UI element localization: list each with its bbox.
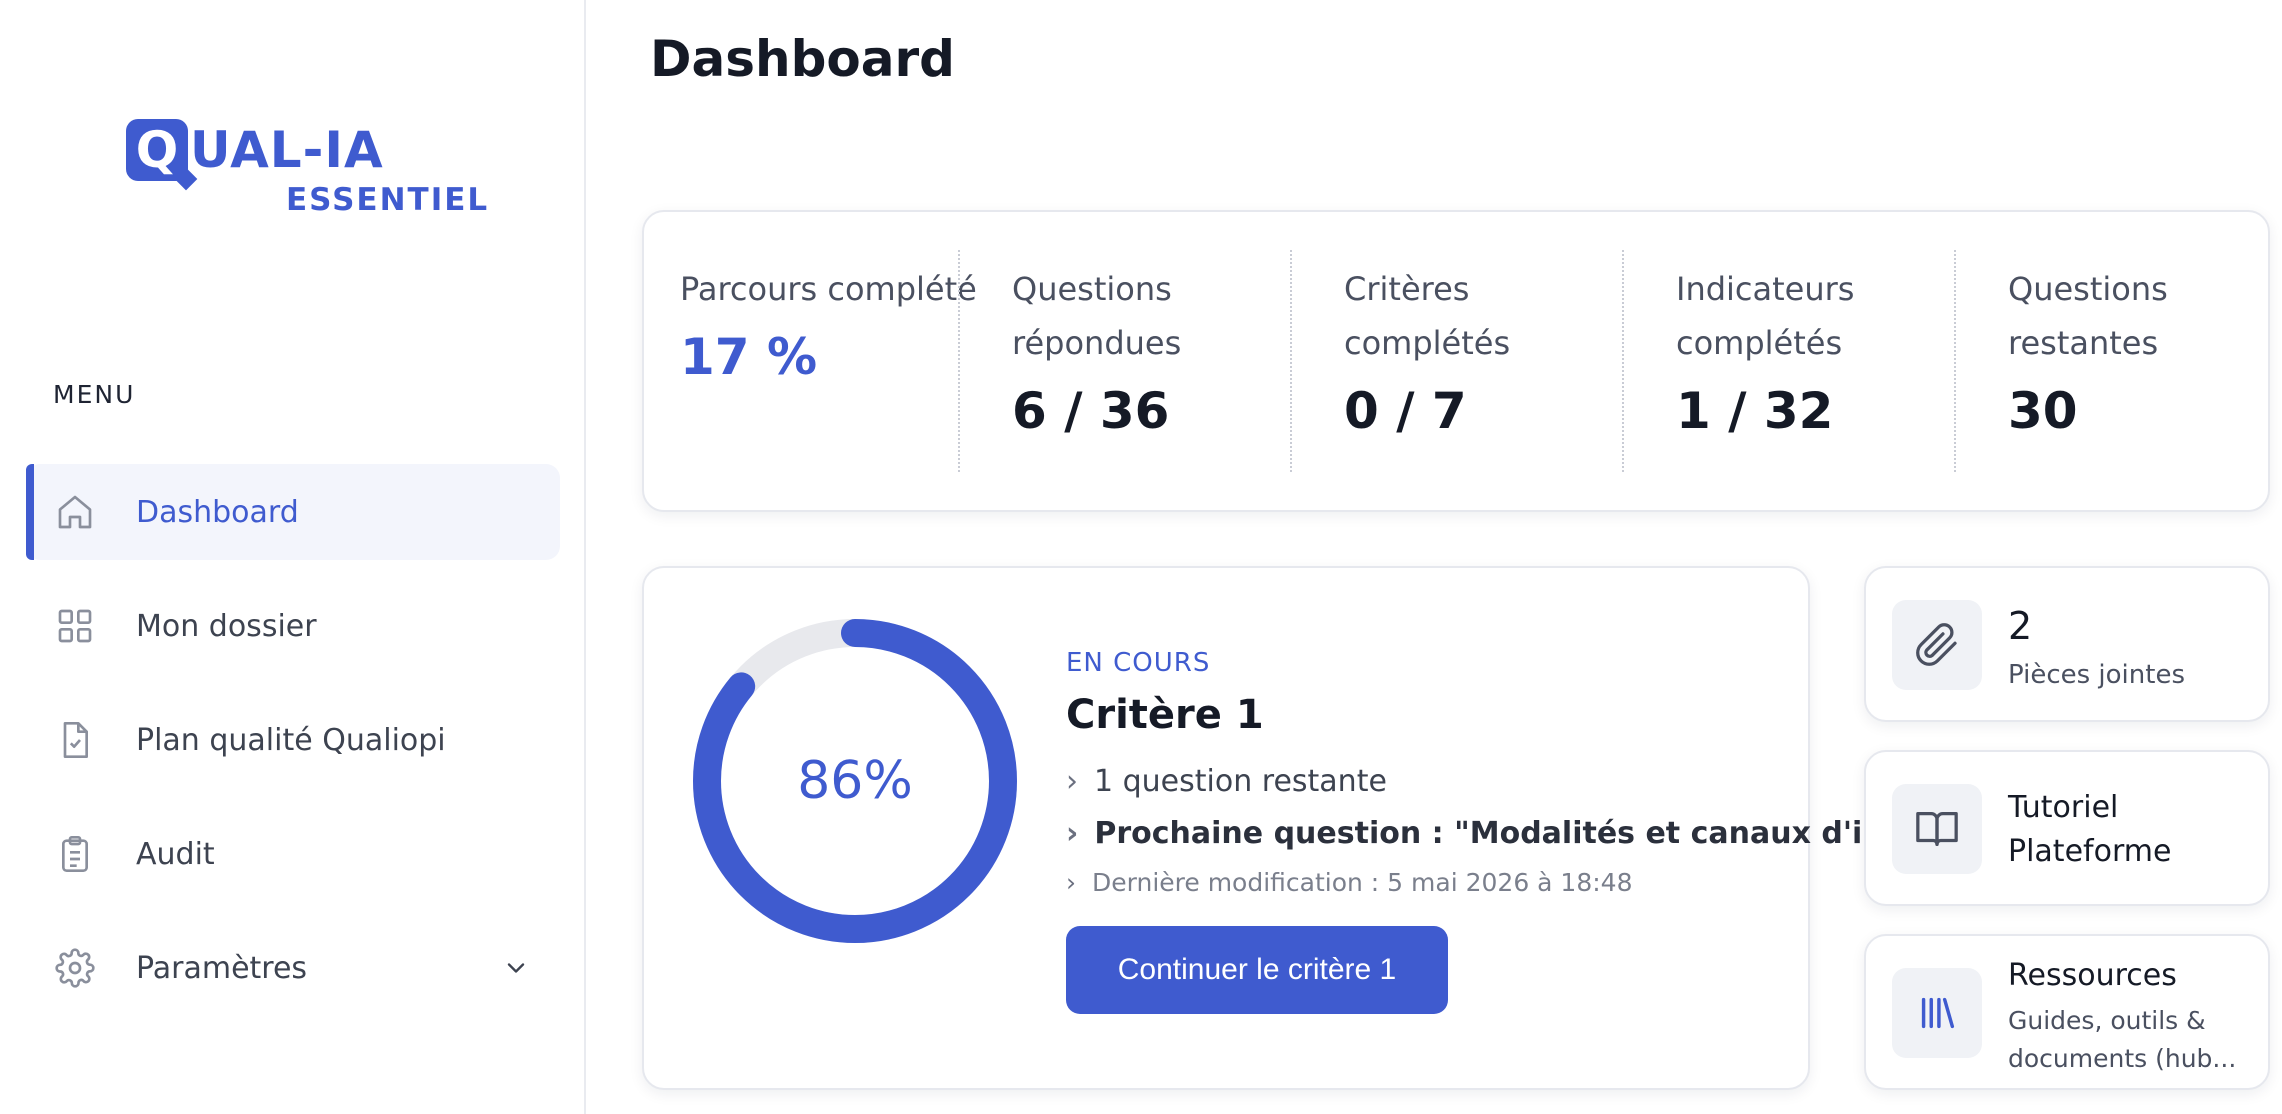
continue-criterion-button[interactable]: Continuer le critère 1: [1066, 926, 1448, 1014]
chevron-down-icon[interactable]: [502, 954, 530, 986]
stat-label: Questions restantes: [2008, 270, 2168, 362]
logo-q-mark: Q: [126, 119, 188, 181]
chevron-right-icon: ›: [1066, 816, 1079, 851]
resources-card[interactable]: Ressources Guides, outils & documents (h…: [1864, 934, 2270, 1090]
sidebar: Q UAL-IA ESSENTIEL MENU Dashboard Mon do…: [0, 0, 586, 1114]
stat-parcours-complete: Parcours complété 17 %: [680, 262, 980, 386]
stat-label: Parcours complété: [680, 270, 977, 308]
criterion-title: Critère 1: [1066, 692, 1264, 738]
sidebar-nav: Dashboard Mon dossier Plan qualité Quali…: [26, 464, 560, 1034]
stat-label: Questions répondues: [1012, 270, 1182, 362]
stat-value: 30: [2008, 382, 2078, 440]
stat-divider: [1290, 250, 1292, 472]
status-badge: EN COURS: [1066, 648, 1211, 678]
sidebar-item-parametres[interactable]: Paramètres: [26, 920, 560, 1016]
stat-value: 0 / 7: [1344, 382, 1467, 440]
remaining-questions-line: › 1 question restante: [1066, 764, 1387, 799]
document-check-icon: [54, 719, 96, 761]
stat-questions-repondues: Questions répondues 6 / 36: [1012, 262, 1312, 440]
logo-wordmark: UAL-IA: [190, 121, 384, 179]
paperclip-icon: [1892, 600, 1982, 690]
last-modified-text: Dernière modification : 5 mai 2026 à 18:…: [1092, 868, 1633, 897]
gear-icon: [54, 947, 96, 989]
sidebar-item-plan-qualite[interactable]: Plan qualité Qualiopi: [26, 692, 560, 788]
sidebar-item-dashboard[interactable]: Dashboard: [26, 464, 560, 560]
logo-subtitle: ESSENTIEL: [286, 182, 490, 218]
attachments-count: 2: [2008, 604, 2033, 648]
stats-card: Parcours complété 17 % Questions répondu…: [642, 210, 2270, 512]
stat-value: 6 / 36: [1012, 382, 1170, 440]
stat-value: 17 %: [680, 328, 818, 386]
stat-label: Critères complétés: [1344, 270, 1511, 362]
stat-questions-restantes: Questions restantes 30: [2008, 262, 2282, 440]
sidebar-item-mon-dossier[interactable]: Mon dossier: [26, 578, 560, 674]
resources-description: Guides, outils & documents (hub...: [2008, 1006, 2237, 1073]
sidebar-item-label: Plan qualité Qualiopi: [136, 722, 446, 758]
chevron-right-icon: ›: [1066, 868, 1076, 897]
stat-criteres-completes: Critères complétés 0 / 7: [1344, 262, 1644, 440]
book-icon: [1892, 784, 1982, 874]
sidebar-item-label: Dashboard: [136, 494, 299, 530]
attachments-label: Pièces jointes: [2008, 660, 2185, 690]
home-icon: [54, 491, 96, 533]
sidebar-item-label: Paramètres: [136, 950, 308, 986]
app: Q UAL-IA ESSENTIEL MENU Dashboard Mon do…: [0, 0, 2282, 1114]
progress-percent: 86%: [797, 751, 913, 811]
criterion-progress-card: 86% EN COURS Critère 1 › 1 question rest…: [642, 566, 1936, 1090]
stat-divider: [1622, 250, 1624, 472]
sidebar-item-audit[interactable]: Audit: [26, 806, 560, 902]
page-title: Dashboard: [650, 30, 955, 88]
stat-value: 1 / 32: [1676, 382, 1834, 440]
clipboard-icon: [54, 833, 96, 875]
stat-divider: [958, 250, 960, 472]
grid-icon: [54, 605, 96, 647]
attachments-card[interactable]: 2 Pièces jointes: [1864, 566, 2270, 722]
sidebar-item-label: Audit: [136, 836, 215, 872]
tutorial-card[interactable]: Tutoriel Plateforme: [1864, 750, 2270, 906]
next-question-line: › Prochaine question : "Modalités et can…: [1066, 816, 1936, 851]
chevron-right-icon: ›: [1066, 764, 1078, 799]
library-icon: [1892, 968, 1982, 1058]
stat-divider: [1954, 250, 1956, 472]
sidebar-item-label: Mon dossier: [136, 608, 317, 644]
menu-label: MENU: [53, 380, 136, 409]
stat-indicateurs-completes: Indicateurs complétés 1 / 32: [1676, 262, 1976, 440]
remaining-questions-text: 1 question restante: [1094, 764, 1387, 799]
last-modified-line: › Dernière modification : 5 mai 2026 à 1…: [1066, 868, 1632, 897]
next-question-text: Prochaine question : "Modalités et canau…: [1094, 816, 1936, 851]
tutorial-title: Tutoriel Plateforme: [2008, 790, 2172, 869]
resources-title: Ressources: [2008, 958, 2177, 993]
stat-label: Indicateurs complétés: [1676, 270, 1855, 362]
logo[interactable]: Q UAL-IA ESSENTIEL: [126, 118, 487, 218]
